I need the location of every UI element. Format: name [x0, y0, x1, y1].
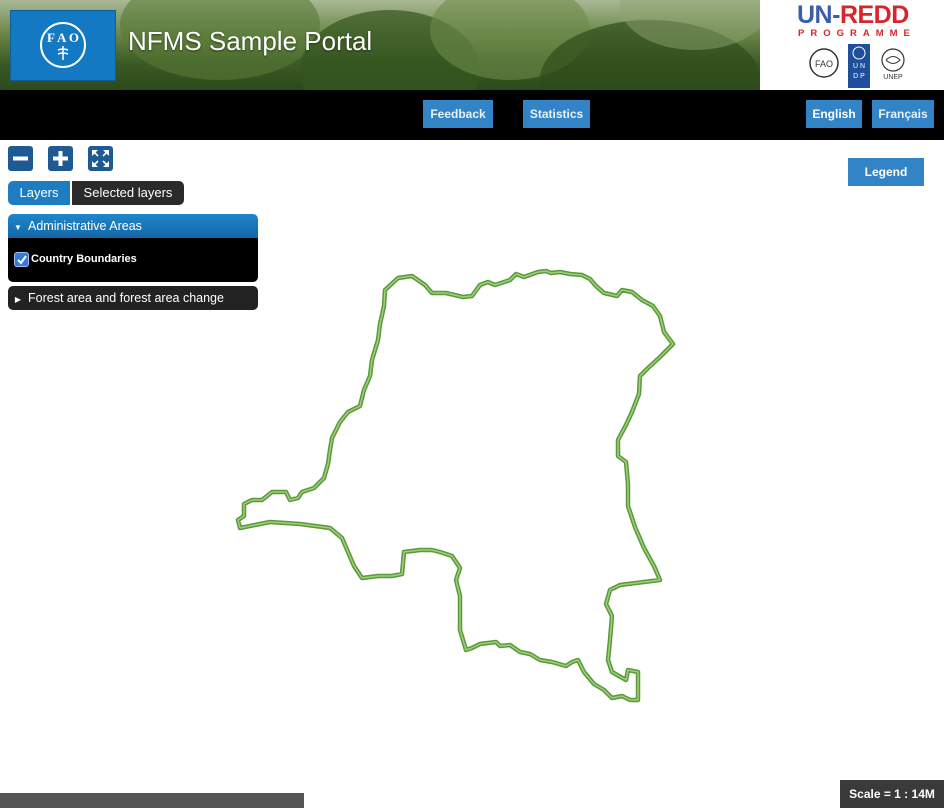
unredd-redd: REDD	[839, 1, 909, 29]
country-boundary	[235, 268, 676, 703]
plus-icon	[53, 151, 68, 166]
expand-arrows-icon	[92, 150, 109, 167]
minus-icon	[13, 156, 28, 161]
french-language-button[interactable]: Français	[872, 100, 934, 128]
svg-text:U N: U N	[853, 63, 865, 70]
fao-partner-icon: FAO	[809, 48, 839, 78]
fao-emblem-icon: F A O	[40, 22, 86, 68]
group-label: Forest area and forest area change	[28, 291, 224, 305]
group-administrative-areas-body: Country Boundaries	[8, 238, 258, 282]
unredd-subtitle: PROGRAMME	[798, 28, 916, 39]
layer-label: Country Boundaries	[31, 253, 137, 265]
group-forest-area[interactable]: ▶ Forest area and forest area change	[8, 286, 258, 310]
unep-partner-icon: UNEP	[881, 48, 905, 81]
page-title: NFMS Sample Portal	[128, 26, 373, 56]
group-label: Administrative Areas	[28, 219, 142, 233]
svg-text:UNEP: UNEP	[883, 74, 903, 81]
zoom-out-button[interactable]	[8, 146, 33, 171]
caret-right-icon: ▶	[14, 295, 22, 304]
zoom-to-extent-button[interactable]	[88, 146, 113, 171]
country-boundary-highlight	[237, 270, 674, 701]
unredd-un: UN-	[797, 1, 840, 29]
layer-checkbox[interactable]	[14, 252, 29, 267]
caret-down-icon: ▼	[14, 223, 22, 232]
unredd-logo: UN-REDD PROGRAMME FAO U N D P UNEP	[760, 0, 944, 90]
bottom-panel-bar[interactable]	[0, 793, 304, 808]
svg-text:D P: D P	[853, 73, 865, 80]
zoom-in-button[interactable]	[48, 146, 73, 171]
legend-button[interactable]: Legend	[848, 158, 924, 186]
svg-text:FAO: FAO	[815, 59, 833, 69]
feedback-button[interactable]: Feedback	[423, 100, 493, 128]
group-administrative-areas[interactable]: ▼ Administrative Areas	[8, 214, 258, 238]
header-banner: F A O NFMS Sample Portal UN-REDD PROGRAM…	[0, 0, 944, 90]
english-language-button[interactable]: English	[806, 100, 862, 128]
statistics-button[interactable]: Statistics	[523, 100, 590, 128]
svg-text:F A O: F A O	[47, 30, 79, 45]
tab-selected-layers[interactable]: Selected layers	[72, 181, 184, 205]
nav-bar: Feedback Statistics English Français	[0, 90, 944, 140]
scale-indicator: Scale = 1 : 14M	[840, 780, 944, 808]
undp-partner-icon: U N D P	[848, 44, 870, 88]
fao-logo: F A O	[10, 10, 116, 81]
checkmark-icon	[17, 255, 27, 265]
tab-layers[interactable]: Layers	[8, 181, 70, 205]
